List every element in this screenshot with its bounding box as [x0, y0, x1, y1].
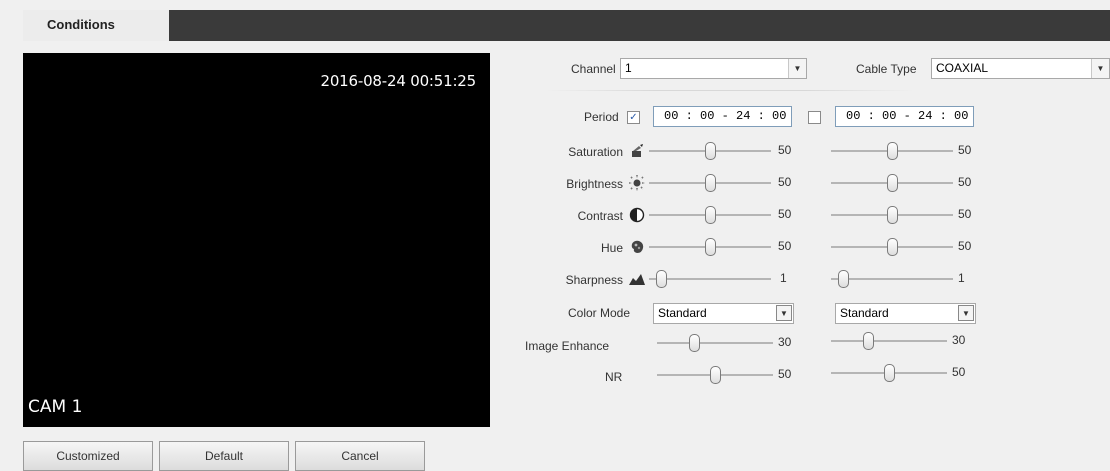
slider-thumb[interactable] — [887, 142, 898, 160]
cable-type-value: COAXIAL — [936, 61, 989, 75]
nr-profile1-slider-value: 50 — [778, 367, 792, 381]
cable-type-select[interactable]: COAXIAL ▼ — [931, 58, 1110, 79]
color-mode-profile2-value: Standard — [840, 306, 889, 320]
hue-profile1-slider[interactable] — [649, 237, 771, 257]
contrast-profile2-slider-value: 50 — [958, 207, 972, 221]
hue-profile2-slider[interactable] — [831, 237, 953, 257]
chevron-down-icon: ▼ — [788, 59, 806, 78]
tab-bar: Conditions — [23, 10, 1110, 41]
channel-label: Channel — [571, 62, 616, 76]
brightness-icon — [627, 173, 647, 193]
contrast-label: Contrast — [577, 209, 623, 223]
slider-thumb[interactable] — [705, 238, 716, 256]
image-enhance-profile2-slider[interactable] — [831, 331, 947, 351]
cable-type-label: Cable Type — [856, 62, 917, 76]
nr-profile1-slider[interactable] — [657, 365, 773, 385]
chevron-down-icon: ▼ — [776, 305, 792, 321]
saturation-profile1-slider[interactable] — [649, 141, 771, 161]
chevron-down-icon: ▼ — [958, 305, 974, 321]
slider-thumb[interactable] — [705, 206, 716, 224]
hue-profile2-slider-value: 50 — [958, 239, 972, 253]
contrast-profile2-slider[interactable] — [831, 205, 953, 225]
saturation-profile2-slider-value: 50 — [958, 143, 972, 157]
slider-thumb[interactable] — [705, 174, 716, 192]
sharpness-icon — [627, 269, 647, 289]
customized-button[interactable]: Customized — [23, 441, 153, 471]
channel-value: 1 — [625, 61, 632, 75]
contrast-profile1-slider-value: 50 — [778, 207, 792, 221]
slider-track — [657, 342, 773, 344]
saturation-profile2-slider[interactable] — [831, 141, 953, 161]
brightness-profile2-slider-value: 50 — [958, 175, 972, 189]
slider-thumb[interactable] — [838, 270, 849, 288]
saturation-profile1-slider-value: 50 — [778, 143, 792, 157]
color-mode-profile1-select[interactable]: Standard ▼ — [653, 303, 794, 324]
period-profile2-checkbox[interactable] — [808, 111, 821, 124]
nr-profile2-slider[interactable] — [831, 363, 947, 383]
sharpness-profile2-slider[interactable] — [831, 269, 953, 289]
brightness-label: Brightness — [566, 177, 623, 191]
checkmark-icon: ✓ — [629, 111, 638, 123]
image-enhance-profile2-slider-value: 30 — [952, 333, 966, 347]
slider-track — [831, 340, 947, 342]
image-enhance-label: Image Enhance — [525, 339, 610, 353]
period-label: Period — [584, 110, 619, 124]
slider-thumb[interactable] — [887, 206, 898, 224]
camera-label: CAM 1 — [28, 397, 83, 417]
slider-thumb[interactable] — [705, 142, 716, 160]
hue-profile1-slider-value: 50 — [778, 239, 792, 253]
contrast-icon — [627, 205, 647, 225]
slider-thumb[interactable] — [710, 366, 721, 384]
color-mode-label: Color Mode — [568, 306, 631, 320]
saturation-label: Saturation — [568, 145, 623, 159]
channel-select[interactable]: 1 ▼ — [620, 58, 807, 79]
brightness-profile1-slider-value: 50 — [778, 175, 792, 189]
brightness-profile2-slider[interactable] — [831, 173, 953, 193]
sharpness-profile1-slider-value: 1 — [780, 271, 787, 285]
slider-track — [649, 278, 771, 280]
period-profile2-time[interactable]: 00 : 00 - 24 : 00 — [835, 106, 974, 127]
period-profile1-checkbox[interactable]: ✓ — [627, 111, 640, 124]
default-button[interactable]: Default — [159, 441, 289, 471]
slider-track — [831, 278, 953, 280]
nr-label: NR — [605, 370, 623, 384]
cancel-button[interactable]: Cancel — [295, 441, 425, 471]
sharpness-profile2-slider-value: 1 — [958, 271, 965, 285]
color-mode-profile2-select[interactable]: Standard ▼ — [835, 303, 976, 324]
sharpness-profile1-slider[interactable] — [649, 269, 771, 289]
nr-profile2-slider-value: 50 — [952, 365, 966, 379]
chevron-down-icon: ▼ — [1091, 59, 1109, 78]
slider-thumb[interactable] — [689, 334, 700, 352]
preview-timestamp: 2016-08-24 00:51:25 — [320, 72, 476, 90]
slider-thumb[interactable] — [656, 270, 667, 288]
slider-thumb[interactable] — [884, 364, 895, 382]
sharpness-label: Sharpness — [565, 273, 623, 287]
contrast-profile1-slider[interactable] — [649, 205, 771, 225]
hue-icon — [627, 237, 647, 257]
divider — [545, 90, 915, 91]
hue-label: Hue — [600, 241, 623, 255]
brightness-profile1-slider[interactable] — [649, 173, 771, 193]
period-profile1-time[interactable]: 00 : 00 - 24 : 00 — [653, 106, 792, 127]
tab-conditions[interactable]: Conditions — [23, 10, 169, 41]
saturation-icon — [627, 141, 647, 161]
slider-thumb[interactable] — [887, 238, 898, 256]
slider-thumb[interactable] — [887, 174, 898, 192]
video-preview: 2016-08-24 00:51:25 CAM 1 — [23, 53, 490, 427]
slider-thumb[interactable] — [863, 332, 874, 350]
color-mode-profile1-value: Standard — [658, 306, 707, 320]
image-enhance-profile1-slider-value: 30 — [778, 335, 792, 349]
image-enhance-profile1-slider[interactable] — [657, 333, 773, 353]
